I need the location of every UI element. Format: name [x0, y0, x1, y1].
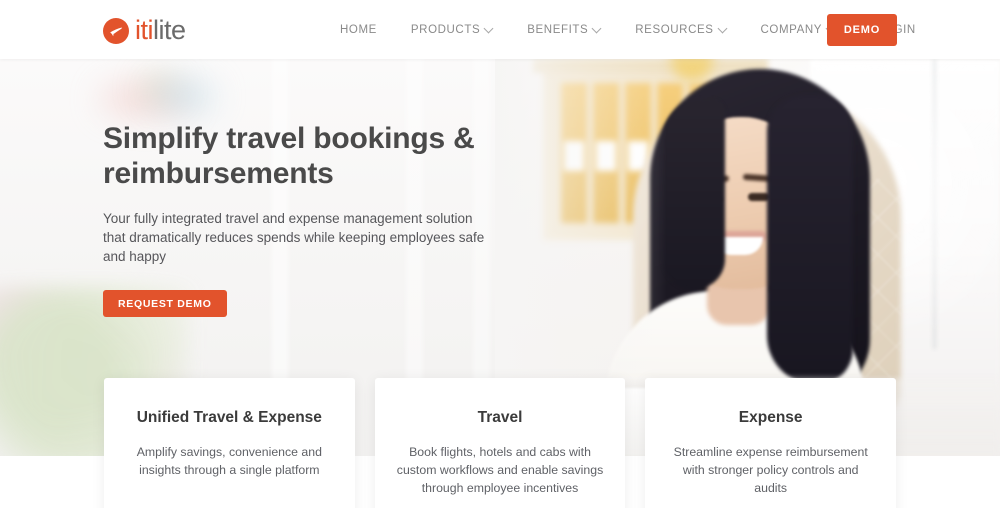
nav-label: RESOURCES [635, 23, 714, 36]
chevron-down-icon [593, 25, 601, 33]
feature-card-expense[interactable]: Expense Streamline expense reimbursement… [645, 378, 897, 508]
site-header: itilite HOME PRODUCTS BENEFITS RESOURCES… [0, 0, 1000, 59]
nav-item-company[interactable]: COMPANY [761, 24, 836, 36]
site-logo[interactable]: itilite [103, 16, 186, 46]
nav-label: COMPANY [760, 23, 823, 36]
nav-label: PRODUCTS [410, 23, 481, 36]
photo-person-hair-right [767, 95, 853, 385]
card-title: Expense [738, 409, 803, 426]
feature-card-unified-travel-expense[interactable]: Unified Travel & Expense Amplify savings… [104, 378, 355, 508]
nav-label: HOME [340, 23, 377, 36]
chevron-down-icon [719, 25, 727, 33]
card-description: Streamline expense reimbursement with st… [673, 445, 868, 495]
card-description: Amplify savings, convenience and insight… [136, 445, 322, 477]
card-title: Travel [477, 409, 523, 426]
nav-item-benefits[interactable]: BENEFITS [527, 24, 601, 36]
chevron-down-icon [485, 25, 493, 33]
hero-title: Simplify travel bookings & reimbursement… [103, 122, 475, 190]
photo-person-hair-left [663, 99, 725, 289]
nav-label: BENEFITS [527, 23, 589, 36]
logo-wordmark: itilite [135, 14, 186, 45]
hero-copy: Simplify travel bookings & reimbursement… [103, 121, 523, 317]
nav-item-resources[interactable]: RESOURCES [635, 24, 726, 36]
decorative-blob-blue [155, 79, 215, 113]
paper-plane-icon [103, 18, 129, 44]
feature-cards-row: Unified Travel & Expense Amplify savings… [104, 378, 897, 508]
request-demo-button[interactable]: REQUEST DEMO [103, 290, 227, 317]
card-description: Book flights, hotels and cabs with custo… [396, 445, 604, 495]
logo-text-secondary: lite [153, 14, 186, 45]
demo-button[interactable]: DEMO [827, 14, 897, 46]
landing-page: itilite HOME PRODUCTS BENEFITS RESOURCES… [0, 0, 1000, 508]
hero-subtitle: Your fully integrated travel and expense… [103, 211, 485, 264]
card-title: Unified Travel & Expense [136, 409, 322, 426]
nav-item-products[interactable]: PRODUCTS [411, 24, 493, 36]
feature-card-travel[interactable]: Travel Book flights, hotels and cabs wit… [374, 378, 626, 508]
logo-text-primary: iti [135, 14, 154, 45]
photo-shelf-top [533, 59, 768, 73]
nav-item-home[interactable]: HOME [340, 24, 377, 36]
